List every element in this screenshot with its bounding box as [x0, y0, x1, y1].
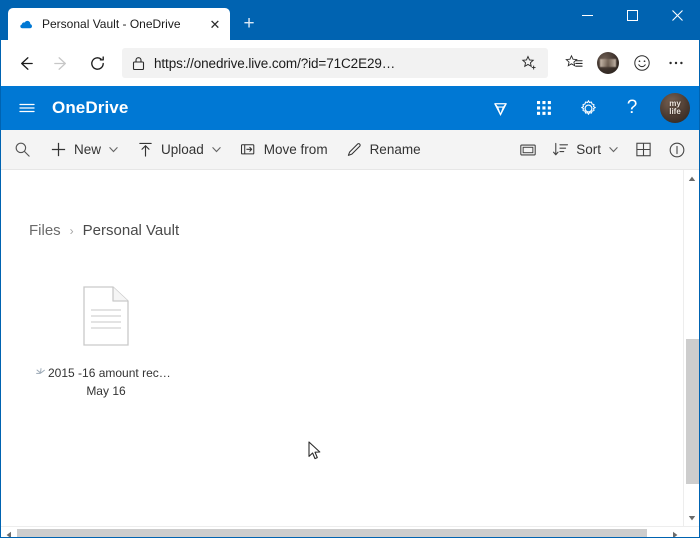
hamburger-menu-icon[interactable]: [6, 86, 48, 130]
file-name: 2015 -16 amount recei...: [48, 366, 176, 380]
move-from-button-label: Move from: [263, 142, 328, 157]
scroll-down-arrow-icon[interactable]: [684, 509, 700, 526]
photo-view-icon[interactable]: [511, 132, 545, 168]
pencil-rename-icon: [346, 141, 363, 158]
sort-lines-icon: [552, 141, 569, 158]
horizontal-scroll-thumb[interactable]: [17, 528, 647, 538]
horizontal-scrollbar[interactable]: [0, 526, 700, 538]
scroll-left-arrow-icon[interactable]: [0, 527, 17, 538]
breadcrumb-separator-icon: ›: [69, 223, 74, 238]
app-launcher-grid-icon[interactable]: [522, 86, 566, 130]
tab-strip: Personal Vault - OneDrive ✕ +: [0, 0, 565, 40]
scroll-right-arrow-icon[interactable]: [666, 527, 683, 538]
browser-tab-personal-vault[interactable]: Personal Vault - OneDrive ✕: [8, 8, 230, 40]
sync-available-badge-icon: [36, 367, 46, 381]
chevron-down-icon: [608, 144, 619, 155]
horizontal-scroll-track[interactable]: [17, 527, 666, 538]
account-avatar-initials: my life: [669, 99, 681, 116]
upload-arrow-icon: [137, 141, 154, 158]
add-favorite-icon[interactable]: [516, 50, 542, 76]
search-button[interactable]: [4, 132, 41, 168]
close-tab-icon[interactable]: ✕: [206, 15, 224, 33]
file-name-row: 2015 -16 amount recei...: [36, 366, 176, 381]
file-date: May 16: [86, 384, 126, 398]
address-bar[interactable]: https://onedrive.live.com/?id=71C2E29…: [122, 48, 548, 78]
vertical-scrollbar[interactable]: [683, 170, 700, 526]
plus-icon: [50, 141, 67, 158]
search-icon: [14, 141, 31, 158]
mouse-cursor: [308, 441, 322, 461]
profile-avatar: [597, 52, 619, 74]
onedrive-cloud-icon: [18, 16, 34, 32]
collections-star-icon[interactable]: [558, 47, 590, 79]
lock-icon: [132, 56, 146, 71]
chevron-down-icon: [108, 144, 119, 155]
generic-document-icon: [72, 280, 140, 352]
sort-button[interactable]: Sort: [545, 132, 626, 168]
diamond-premium-icon[interactable]: [478, 86, 522, 130]
onedrive-brand-title: OneDrive: [52, 98, 129, 117]
rename-button[interactable]: Rename: [337, 132, 430, 168]
sort-button-label: Sort: [576, 142, 601, 157]
upload-button-label: Upload: [161, 142, 204, 157]
url-text: https://onedrive.live.com/?id=71C2E29…: [154, 55, 396, 71]
vertical-scroll-thumb[interactable]: [685, 339, 699, 484]
gear-settings-icon[interactable]: [566, 86, 610, 130]
breadcrumb-item-files[interactable]: Files: [29, 222, 61, 239]
vertical-scroll-track[interactable]: [684, 187, 700, 509]
window-controls: [565, 0, 700, 40]
browser-window: Personal Vault - OneDrive ✕ + https://on…: [0, 0, 700, 538]
browser-settings-more-icon[interactable]: [660, 47, 692, 79]
refresh-button[interactable]: [80, 46, 114, 80]
move-from-button[interactable]: Move from: [231, 132, 337, 168]
title-bar: Personal Vault - OneDrive ✕ +: [0, 0, 700, 40]
chevron-down-icon: [211, 144, 222, 155]
onedrive-suite-bar: OneDrive ? my life: [0, 86, 700, 130]
scroll-up-arrow-icon[interactable]: [684, 170, 700, 187]
command-bar: New Upload Move from Rename Sort: [0, 130, 700, 170]
new-button-label: New: [74, 142, 102, 157]
tab-title: Personal Vault - OneDrive: [42, 17, 181, 31]
grid-view-icon[interactable]: [626, 132, 660, 168]
browser-toolbar: https://onedrive.live.com/?id=71C2E29…: [0, 40, 700, 86]
content-area-wrapper: Files › Personal Vault 2015 -16 amount r…: [0, 170, 700, 526]
smiley-feedback-icon[interactable]: [626, 47, 658, 79]
close-button[interactable]: [655, 0, 700, 30]
minimize-button[interactable]: [565, 0, 610, 30]
new-button[interactable]: New: [41, 132, 128, 168]
info-circle-icon[interactable]: [660, 132, 694, 168]
upload-button[interactable]: Upload: [128, 132, 231, 168]
forward-button[interactable]: [44, 46, 78, 80]
profile-avatar-button[interactable]: [592, 47, 624, 79]
move-folder-icon: [240, 141, 257, 158]
files-content-area: Files › Personal Vault 2015 -16 amount r…: [0, 170, 683, 526]
maximize-button[interactable]: [610, 0, 655, 30]
account-avatar[interactable]: my life: [660, 93, 690, 123]
back-button[interactable]: [8, 46, 42, 80]
file-tile[interactable]: 2015 -16 amount recei... May 16: [31, 280, 181, 398]
breadcrumb-item-personal-vault[interactable]: Personal Vault: [83, 222, 179, 239]
rename-button-label: Rename: [369, 142, 421, 157]
scrollbar-corner: [683, 526, 700, 538]
breadcrumb: Files › Personal Vault: [1, 170, 683, 239]
new-tab-button[interactable]: +: [236, 10, 262, 36]
help-icon[interactable]: ?: [610, 86, 654, 130]
